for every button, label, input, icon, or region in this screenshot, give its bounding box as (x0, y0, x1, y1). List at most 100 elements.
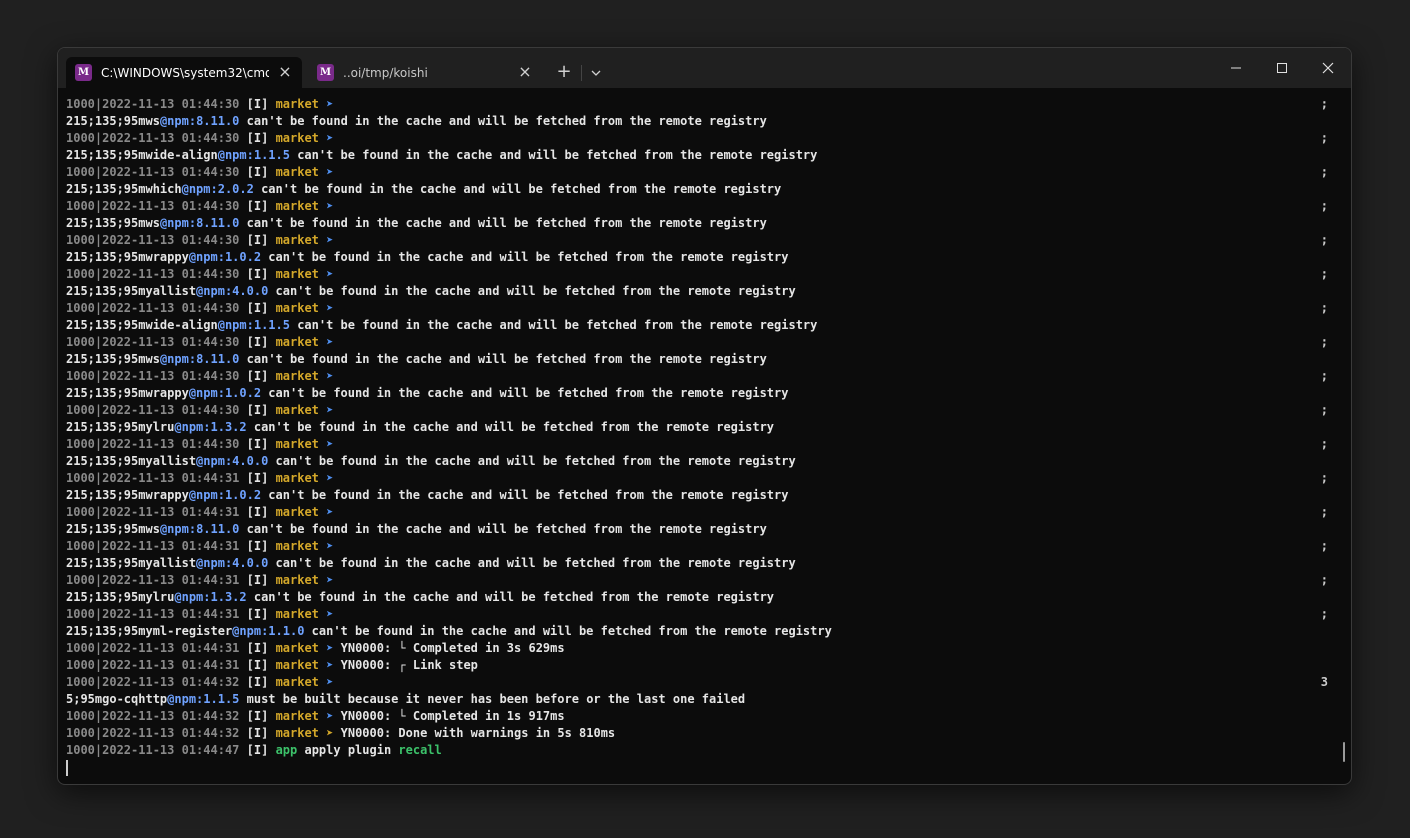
terminal-line: 1000|2022-11-13 01:44:32 [I] market ➤ (66, 674, 333, 691)
line-suffix: ; (1320, 607, 1328, 621)
arrow-icon: ➤ (326, 369, 334, 383)
log-level: [I] (246, 726, 269, 740)
line-suffix: ; (1320, 131, 1328, 145)
escape-prefix: 215;135;95 (66, 250, 139, 264)
timestamp: 2022-11-13 01:44:30 (102, 233, 240, 247)
terminal-line: 1000|2022-11-13 01:44:31 [I] market ➤ (66, 470, 333, 487)
process-id: 1000| (66, 573, 103, 587)
line-suffix: ; (1320, 97, 1328, 111)
text-cursor (66, 760, 68, 776)
tab-cmd[interactable]: M C:\WINDOWS\system32\cmd. × (66, 57, 302, 88)
npm-scope: @npm: (188, 250, 225, 264)
npm-scope: @npm: (159, 216, 197, 230)
timestamp: 2022-11-13 01:44:30 (102, 437, 240, 451)
logger-name: market (275, 573, 319, 587)
process-id: 1000| (66, 437, 103, 451)
line-suffix: ; (1320, 301, 1328, 315)
terminal-line: 1000|2022-11-13 01:44:32 [I] market ➤ YN… (66, 725, 615, 742)
line-suffix: ; (1320, 165, 1328, 179)
package-name: mws (138, 352, 160, 366)
timestamp: 2022-11-13 01:44:31 (102, 505, 240, 519)
log-message: YN0000: └ Completed in 3s 629ms (340, 641, 565, 655)
package-name: mws (138, 114, 160, 128)
terminal-line: 1000|2022-11-13 01:44:31 [I] market ➤ (66, 504, 333, 521)
minimize-button[interactable] (1213, 48, 1259, 88)
npm-scope: @npm: (159, 114, 197, 128)
process-id: 1000| (66, 369, 103, 383)
title-bar: M C:\WINDOWS\system32\cmd. × M ..oi/tmp/… (58, 48, 1351, 88)
terminal-line: 215;135;95mylru@npm:1.3.2 can't be found… (66, 589, 774, 606)
tab-koishi[interactable]: M ..oi/tmp/koishi × (308, 57, 542, 88)
package-version: 8.11.0 (196, 114, 240, 128)
timestamp: 2022-11-13 01:44:31 (102, 573, 240, 587)
npm-scope: @npm: (217, 148, 254, 162)
line-suffix: ; (1320, 505, 1328, 519)
npm-scope: @npm: (196, 284, 233, 298)
new-tab-button[interactable]: + (549, 61, 579, 85)
terminal-line: 1000|2022-11-13 01:44:31 [I] market ➤ YN… (66, 657, 478, 674)
tab-title: ..oi/tmp/koishi (343, 65, 428, 80)
timestamp: 2022-11-13 01:44:32 (102, 709, 240, 723)
log-level: [I] (246, 335, 269, 349)
logger-name: market (275, 97, 319, 111)
line-suffix: 3 (1320, 675, 1328, 689)
terminal-line: 1000|2022-11-13 01:44:30 [I] market ➤ (66, 334, 333, 351)
escape-prefix: 5;95m (66, 692, 103, 706)
terminal-line: 1000|2022-11-13 01:44:30 [I] market ➤ (66, 266, 333, 283)
npm-scope: @npm: (196, 556, 233, 570)
log-message: can't be found in the cache and will be … (268, 556, 796, 570)
process-id: 1000| (66, 267, 103, 281)
logger-name: market (275, 233, 319, 247)
package-version: 1.1.0 (268, 624, 305, 638)
logger-name: market (275, 335, 319, 349)
maximize-button[interactable] (1259, 48, 1305, 88)
terminal-line: 1000|2022-11-13 01:44:30 [I] market ➤ (66, 232, 333, 249)
log-level: [I] (246, 267, 269, 281)
logger-name: market (275, 301, 319, 315)
process-id: 1000| (66, 607, 103, 621)
timestamp: 2022-11-13 01:44:32 (102, 726, 240, 740)
line-suffix: ; (1320, 267, 1328, 281)
close-tab-icon[interactable]: × (516, 63, 534, 81)
log-message: must be built because it never has been … (239, 692, 746, 706)
log-level: [I] (246, 607, 269, 621)
logger-name: market (275, 165, 319, 179)
line-suffix: ; (1320, 539, 1328, 553)
terminal-output[interactable]: ; 1000|2022-11-13 01:44:30 [I] market ➤ 21… (58, 88, 1351, 784)
package-version: 1.3.2 (210, 420, 247, 434)
logger-name: market (275, 403, 319, 417)
timestamp: 2022-11-13 01:44:31 (102, 641, 240, 655)
log-message: YN0000: └ Completed in 1s 917ms (340, 709, 565, 723)
escape-prefix: 215;135;95 (66, 522, 139, 536)
terminal-line: 215;135;95mwhich@npm:2.0.2 can't be foun… (66, 181, 781, 198)
terminal-line: 215;135;95mwide-align@npm:1.1.5 can't be… (66, 147, 817, 164)
tab-dropdown-button[interactable] (583, 61, 609, 85)
arrow-icon: ➤ (326, 267, 334, 281)
line-suffix: ; (1320, 573, 1328, 587)
log-message: YN0000: ┌ Link step (340, 658, 478, 672)
log-level: [I] (246, 403, 269, 417)
package-name: myallist (138, 284, 197, 298)
log-level: [I] (246, 301, 269, 315)
npm-scope: @npm: (159, 522, 197, 536)
close-tab-icon[interactable]: × (276, 63, 294, 81)
terminal-line: 215;135;95mws@npm:8.11.0 can't be found … (66, 215, 767, 232)
terminal-line: 1000|2022-11-13 01:44:31 [I] market ➤ (66, 606, 333, 623)
logger-name: market (275, 267, 319, 281)
terminal-line: 1000|2022-11-13 01:44:47 [I] app apply p… (66, 742, 442, 759)
process-id: 1000| (66, 165, 103, 179)
close-window-button[interactable] (1305, 48, 1351, 88)
scrollbar-thumb[interactable] (1343, 742, 1345, 762)
escape-prefix: 215;135;95 (66, 590, 139, 604)
package-name: mwrappy (138, 250, 189, 264)
process-id: 1000| (66, 709, 103, 723)
arrow-icon: ➤ (326, 437, 334, 451)
terminal-line: 215;135;95mwide-align@npm:1.1.5 can't be… (66, 317, 817, 334)
process-id: 1000| (66, 301, 103, 315)
logger-name: market (275, 369, 319, 383)
arrow-icon: ➤ (326, 165, 334, 179)
arrow-icon: ➤ (326, 131, 334, 145)
logger-name: market (275, 437, 319, 451)
package-version: 8.11.0 (196, 216, 240, 230)
log-level: [I] (246, 165, 269, 179)
